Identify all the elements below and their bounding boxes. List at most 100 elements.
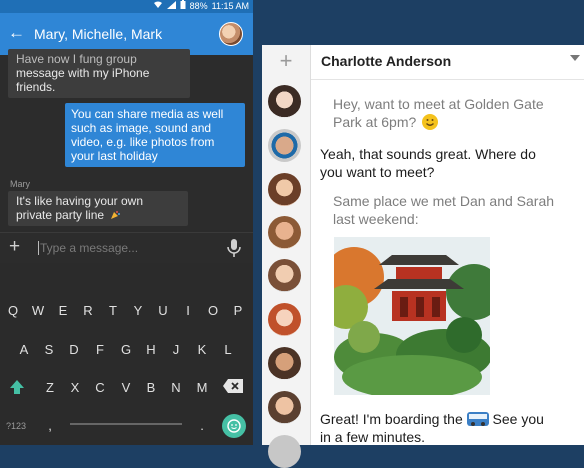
outgoing-message[interactable]: Great! I'm boarding the See you in a few… <box>320 410 544 446</box>
contact-avatar[interactable] <box>268 391 301 424</box>
sender-name: Mary <box>10 179 30 189</box>
battery-icon <box>180 0 186 13</box>
message-line: you want to meet? <box>320 164 435 180</box>
phone-screen: 88% 11:15 AM ← Mary, Michelle, Mark Have… <box>0 0 253 445</box>
key-w[interactable]: W <box>26 299 50 323</box>
plus-icon[interactable]: + <box>262 45 310 77</box>
message-line: See you <box>492 411 544 427</box>
key-v[interactable]: V <box>114 376 138 400</box>
message-line-wrap: Park at 6pm? <box>333 113 544 131</box>
status-bar: 88% 11:15 AM <box>0 0 253 13</box>
plus-icon[interactable]: + <box>9 237 20 257</box>
contacts-rail: + <box>262 45 311 468</box>
message-line: friends. <box>16 80 56 94</box>
message-line: Same place we met Dan and Sarah <box>333 193 555 209</box>
contact-avatar[interactable] <box>268 347 301 380</box>
key-m[interactable]: M <box>190 376 214 400</box>
shared-photo-pagoda[interactable] <box>334 237 490 395</box>
contact-avatar[interactable] <box>268 259 301 292</box>
key-t[interactable]: T <box>101 299 125 323</box>
key-o[interactable]: O <box>201 299 225 323</box>
key-z[interactable]: Z <box>38 376 62 400</box>
key-g[interactable]: G <box>114 338 138 362</box>
key-j[interactable]: J <box>164 338 188 362</box>
contact-avatar[interactable] <box>268 435 301 468</box>
backspace-icon[interactable] <box>222 378 244 396</box>
key-f[interactable]: F <box>88 338 112 362</box>
contact-avatar[interactable] <box>268 173 301 206</box>
message-line: your last holiday <box>71 149 158 163</box>
key-h[interactable]: H <box>139 338 163 362</box>
key-comma[interactable]: , <box>38 414 62 438</box>
key-e[interactable]: E <box>51 299 75 323</box>
contact-avatar[interactable] <box>268 216 301 249</box>
message-input[interactable] <box>40 240 210 256</box>
keyboard-row-1: Q W E R T Y U I O P <box>0 299 253 323</box>
key-period[interactable]: . <box>190 414 214 438</box>
contact-name[interactable]: Charlotte Anderson <box>321 53 451 69</box>
key-a[interactable]: A <box>12 338 36 362</box>
mic-icon[interactable] <box>225 237 243 259</box>
message-line: message with my iPhone <box>16 66 150 80</box>
message-line: Great! I'm boarding the <box>320 411 463 427</box>
message-line: Park at 6pm? <box>333 114 417 130</box>
group-avatar[interactable] <box>219 22 243 46</box>
key-s[interactable]: S <box>37 338 61 362</box>
key-b[interactable]: B <box>139 376 163 400</box>
shift-icon[interactable] <box>8 378 26 396</box>
contact-avatar[interactable] <box>268 85 301 118</box>
key-y[interactable]: Y <box>126 299 150 323</box>
message-line: Hey, want to meet at Golden Gate <box>333 96 544 112</box>
incoming-message[interactable]: Hey, want to meet at Golden Gate Park at… <box>333 95 544 131</box>
key-symbols[interactable]: ?123 <box>4 414 28 438</box>
key-n[interactable]: N <box>164 376 188 400</box>
key-q[interactable]: Q <box>1 299 25 323</box>
incoming-message[interactable]: Same place we met Dan and Sarah last wee… <box>333 192 554 228</box>
keyboard-row-3: Z X C V B N M <box>0 376 253 400</box>
contact-avatar[interactable] <box>268 303 301 336</box>
bus-emoji-icon <box>466 412 489 426</box>
key-r[interactable]: R <box>76 299 100 323</box>
message-line-wrap: private party line <box>16 208 180 222</box>
contact-avatar[interactable] <box>268 129 301 162</box>
message-line: such as image, sound and <box>71 121 212 135</box>
message-line-wrap: Great! I'm boarding the See you <box>320 410 544 428</box>
tablet-screen: + Charlotte Anderson Hey, want to meet a… <box>262 45 584 468</box>
message-thread[interactable]: Have now I fung group message with my iP… <box>0 49 253 230</box>
message-line: You can share media as well <box>71 107 224 121</box>
outgoing-message[interactable]: Yeah, that sounds great. Where do you wa… <box>320 145 536 181</box>
party-popper-emoji-icon <box>110 209 121 219</box>
incoming-message[interactable]: Have now I fung group message with my iP… <box>8 49 190 98</box>
message-line: It's like having your own <box>16 194 144 208</box>
conversation-title[interactable]: Mary, Michelle, Mark <box>34 25 162 43</box>
key-u[interactable]: U <box>151 299 175 323</box>
message-composer: + <box>0 232 253 263</box>
key-k[interactable]: K <box>190 338 214 362</box>
battery-level: 88% <box>189 1 208 11</box>
chat-header: Charlotte Anderson <box>311 45 584 80</box>
message-line: Have now I fung group <box>16 52 137 66</box>
message-line: private party line <box>16 208 105 222</box>
back-arrow-icon[interactable]: ← <box>8 24 25 42</box>
signal-icon <box>166 0 176 13</box>
message-line: video, e.g. like photos from <box>71 135 215 149</box>
wifi-icon <box>153 0 163 13</box>
key-i[interactable]: I <box>176 299 200 323</box>
key-d[interactable]: D <box>62 338 86 362</box>
keyboard-row-2: A S D F G H J K L <box>0 338 253 362</box>
message-line: in a few minutes. <box>320 429 426 445</box>
message-line: last weekend: <box>333 211 419 227</box>
status-time: 11:15 AM <box>211 1 249 11</box>
smiley-emoji-icon <box>422 114 439 130</box>
outgoing-message[interactable]: You can share media as well such as imag… <box>65 103 245 167</box>
key-x[interactable]: X <box>63 376 87 400</box>
key-c[interactable]: C <box>88 376 112 400</box>
space-bar[interactable] <box>70 423 182 425</box>
key-l[interactable]: L <box>216 338 240 362</box>
emoji-icon[interactable] <box>222 414 246 438</box>
message-line: Yeah, that sounds great. Where do <box>320 146 536 162</box>
dropdown-icon[interactable] <box>570 55 580 61</box>
key-p[interactable]: P <box>226 299 250 323</box>
incoming-message[interactable]: It's like having your own private party … <box>8 191 188 226</box>
status-indicators: 88% 11:15 AM <box>153 0 249 13</box>
